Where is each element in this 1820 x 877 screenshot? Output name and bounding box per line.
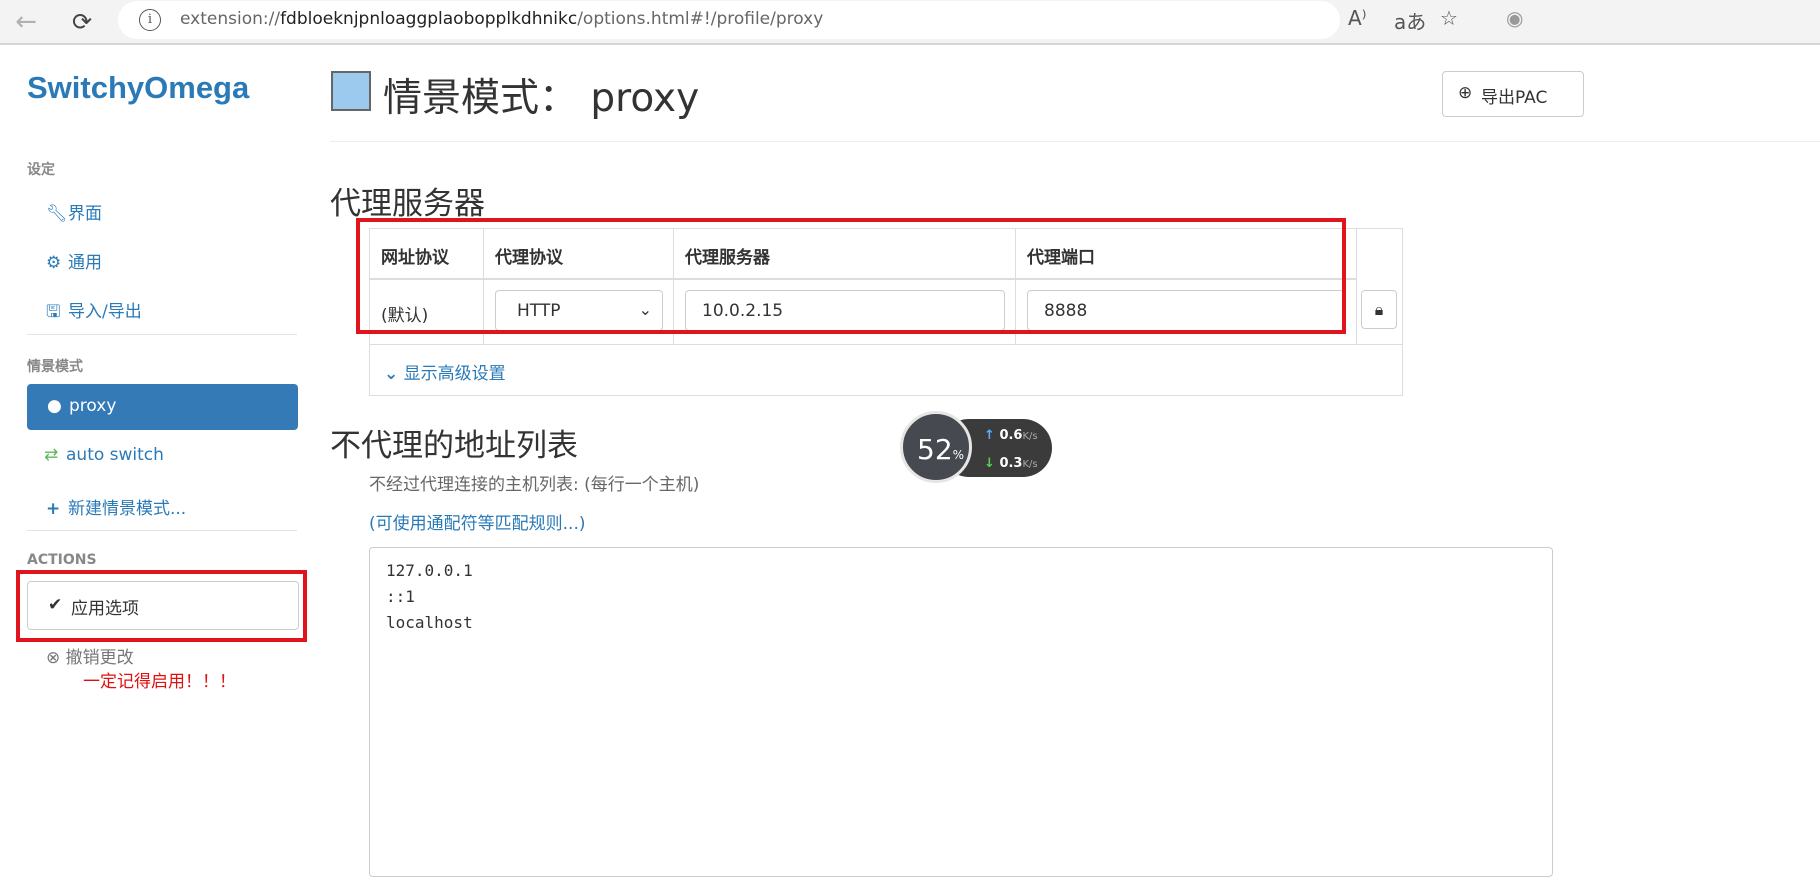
annotation-note: 一定记得启用！！！: [83, 672, 236, 692]
highlight-box-proxy: [356, 218, 1346, 334]
download-value: 0.3: [999, 456, 1023, 471]
profiles-header: 情景模式: [27, 359, 83, 375]
floppy-icon: 🖫: [46, 302, 61, 322]
site-info-icon[interactable]: i: [139, 9, 161, 31]
translate-icon[interactable]: aあ: [1394, 6, 1426, 35]
address-bar[interactable]: i extension://fdbloeknjpnloaggplaobopplk…: [118, 1, 1340, 39]
sidebar-item-new-profile[interactable]: + 新建情景模式...: [46, 494, 186, 519]
actions-header: ACTIONS: [27, 552, 97, 568]
sidebar-item-label: auto switch: [66, 445, 164, 465]
wrench-icon: 🔧︎: [46, 204, 68, 224]
usage-percent: 52: [917, 433, 953, 466]
reload-icon[interactable]: ⟳: [64, 4, 100, 40]
globe-icon: ●: [47, 396, 62, 416]
export-pac-button[interactable]: ⊕ 导出PAC: [1442, 71, 1584, 117]
sidebar-item-interface[interactable]: 🔧︎界面: [46, 199, 102, 224]
download-speed: ↓ 0.3K/s: [984, 456, 1038, 471]
row-divider: [370, 344, 1402, 345]
bypass-entry: ::1: [386, 587, 415, 606]
export-label: 导出PAC: [1481, 88, 1548, 108]
undo-label: 撤销更改: [65, 648, 134, 668]
sidebar-item-label: 通用: [68, 253, 102, 273]
divider: [27, 530, 297, 531]
sidebar-item-general[interactable]: ⚙ 通用: [46, 248, 102, 273]
bypass-description: 不经过代理连接的主机列表: (每行一个主机): [369, 475, 700, 495]
bypass-entry: 127.0.0.1: [386, 561, 473, 580]
sidebar-item-proxy[interactable]: ● proxy: [27, 384, 298, 430]
settings-header: 设定: [27, 162, 55, 178]
read-aloud-icon[interactable]: A⁾: [1348, 6, 1367, 30]
download-icon: ⊕: [1458, 83, 1473, 103]
show-advanced-link[interactable]: ⌄ 显示高级设置: [384, 359, 506, 384]
column-divider: [1356, 229, 1357, 345]
browser-toolbar: ← ⟳ i extension://fdbloeknjpnloaggplaobo…: [0, 0, 1820, 45]
gear-icon: ⚙: [46, 253, 62, 273]
back-arrow-icon[interactable]: ←: [8, 4, 44, 40]
advanced-label: 显示高级设置: [403, 364, 506, 384]
sidebar-item-label: 界面: [68, 204, 102, 224]
usage-gauge: 52%: [900, 411, 972, 483]
url-text: extension://fdbloeknjpnloaggplaobopplkdh…: [180, 9, 824, 29]
brand-logo: SwitchyOmega: [27, 70, 250, 105]
sidebar-item-label: proxy: [69, 396, 117, 416]
sidebar-item-import-export[interactable]: 🖫 导入/导出: [46, 297, 142, 328]
speed-unit: K/s: [1022, 459, 1038, 470]
sidebar-item-auto-switch[interactable]: ⇄ auto switch: [44, 445, 164, 465]
bypass-entry: localhost: [386, 613, 473, 632]
proxy-section-title: 代理服务器: [330, 186, 485, 222]
arrow-down-icon: ↓: [984, 456, 995, 471]
add-favorite-icon[interactable]: ☆: [1440, 6, 1458, 30]
bypass-list-textarea[interactable]: 127.0.0.1 ::1 localhost: [369, 547, 1553, 877]
highlight-box-apply: [16, 570, 307, 642]
network-speed-widget[interactable]: 52% ↑ 0.6K/s ↓ 0.3K/s: [900, 411, 1052, 485]
upload-value: 0.6: [999, 428, 1023, 443]
usage-percent-unit: %: [952, 448, 965, 462]
retweet-icon: ⇄: [44, 445, 59, 465]
bypass-section-title: 不代理的地址列表: [330, 428, 578, 464]
extension-icon[interactable]: ◉: [1506, 6, 1523, 30]
header-divider: [330, 141, 1820, 142]
sidebar-item-label: 导入/导出: [68, 302, 142, 322]
x-circle-icon: ⊗: [46, 648, 61, 668]
speed-unit: K/s: [1022, 431, 1038, 442]
profile-color-swatch[interactable]: [331, 71, 371, 111]
lock-icon[interactable]: 🔒︎: [1361, 290, 1397, 329]
chevron-down-icon: ⌄: [384, 364, 399, 384]
sidebar-item-label: 新建情景模式...: [68, 499, 187, 519]
wildcard-rules-link[interactable]: (可使用通配符等匹配规则...): [369, 509, 585, 534]
arrow-up-icon: ↑: [984, 428, 995, 443]
undo-changes-button[interactable]: ⊗ 撤销更改: [46, 643, 134, 668]
plus-icon: +: [46, 499, 61, 519]
page-title: 情景模式： proxy: [383, 76, 700, 121]
upload-speed: ↑ 0.6K/s: [984, 428, 1038, 443]
divider: [27, 334, 297, 335]
